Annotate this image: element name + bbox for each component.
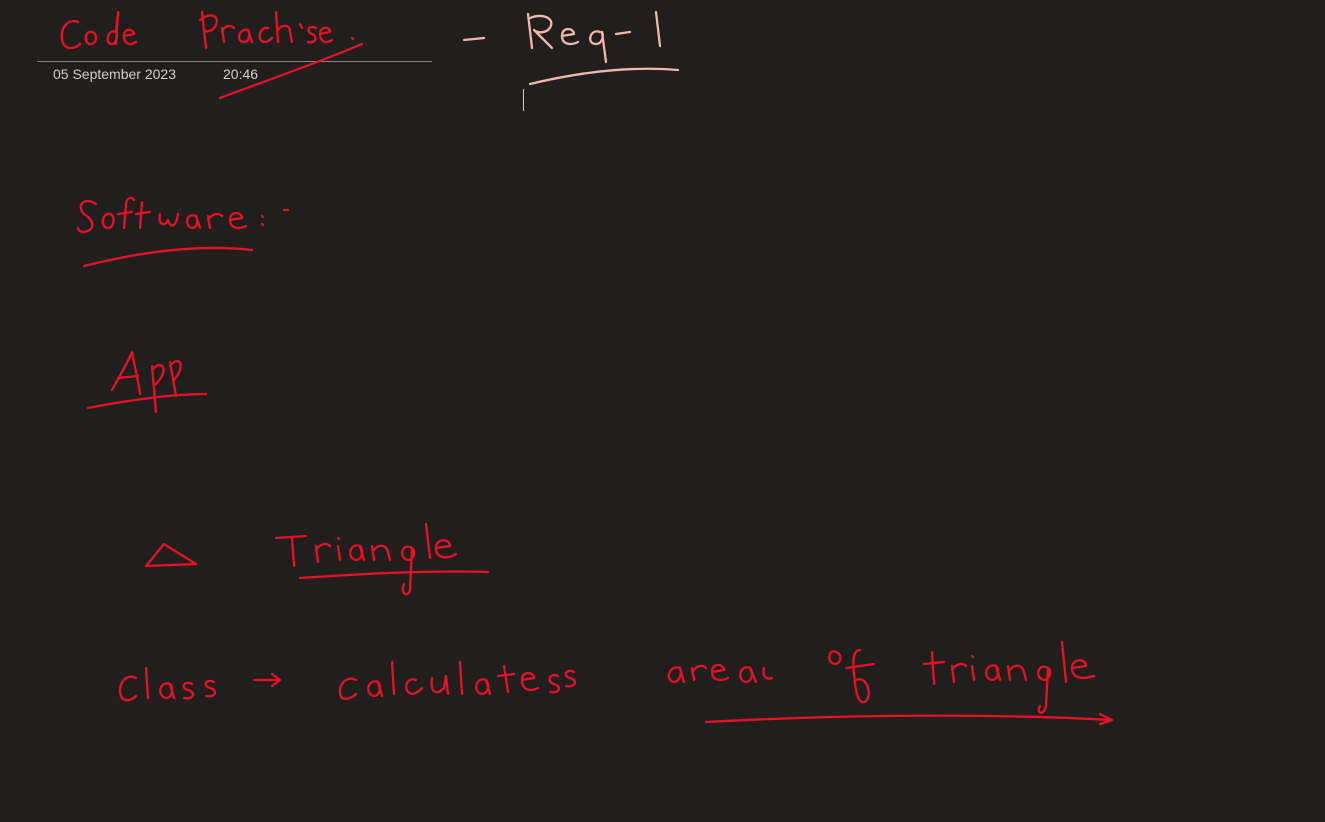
- ink-of: [828, 648, 876, 704]
- ink-arrow: [252, 672, 282, 688]
- ink-class: [118, 666, 217, 702]
- ink-title-dash: [462, 36, 486, 42]
- ink-title-strikethrough: [218, 42, 364, 100]
- ink-title-req-1: [526, 10, 662, 64]
- ink-triangle-word: [274, 522, 458, 596]
- ink-title-practise: [198, 10, 355, 50]
- onenote-page-canvas[interactable]: 05 September 2023 20:46: [0, 0, 1325, 822]
- ink-software: [76, 196, 290, 234]
- ink-calculates: [338, 660, 577, 700]
- ink-area-of-triangle-underline: [704, 712, 1114, 726]
- ink-area: [667, 663, 774, 684]
- ink-triangle-symbol: [144, 542, 198, 568]
- ink-software-underline: [82, 246, 254, 268]
- ink-drawing-layer[interactable]: [0, 0, 1325, 822]
- ink-title-code: [60, 10, 138, 50]
- ink-req-1-underline: [528, 67, 680, 86]
- ink-app-underline: [86, 392, 208, 410]
- ink-triangle-lower: [922, 640, 1096, 714]
- ink-triangle-underline: [298, 570, 490, 580]
